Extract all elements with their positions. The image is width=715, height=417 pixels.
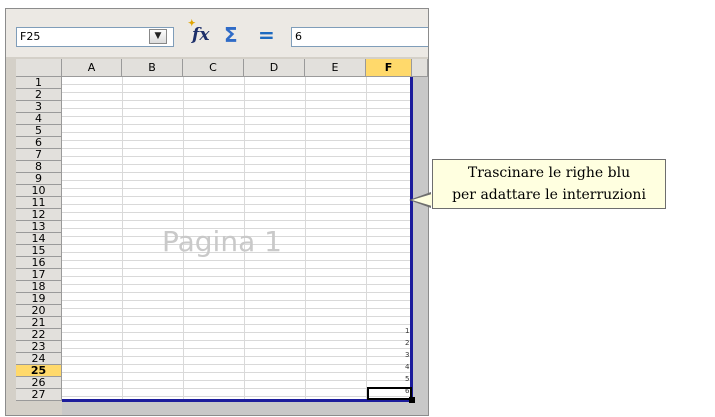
- column-header-filler: [412, 59, 428, 77]
- fill-handle[interactable]: [409, 397, 415, 403]
- clipped-cell-value: 1: [405, 327, 410, 335]
- row-headers: 1 2 3 4 5 6 7 8 9 10 11 12 13 14 15 16 17 18 19 20 21 22 23 24 2…: [16, 77, 62, 415]
- page-label: Pagina 1: [162, 225, 282, 258]
- column-header-b[interactable]: B: [122, 59, 183, 77]
- clipped-cell-value: 5: [405, 375, 410, 383]
- row-header-27[interactable]: 27: [16, 389, 62, 401]
- clipped-cell-value: 4: [405, 363, 410, 371]
- column-header-c[interactable]: C: [183, 59, 244, 77]
- formula-input[interactable]: 6: [291, 27, 428, 47]
- tooltip-callout: Trascinare le righe blu per adattare le …: [432, 159, 666, 209]
- vertical-page-break-line[interactable]: [410, 77, 413, 401]
- column-header-f[interactable]: F: [366, 59, 412, 77]
- select-all-corner[interactable]: [16, 59, 62, 77]
- function-wizard-icon[interactable]: ✦ fx: [188, 19, 209, 45]
- callout-line-1: Trascinare le righe blu: [467, 165, 631, 181]
- callout-line-2: per adattare le interruzioni: [452, 187, 646, 203]
- formula-toolbar: F25 ▼ ✦ fx Σ = 6: [6, 9, 428, 57]
- sum-icon[interactable]: Σ: [224, 23, 238, 47]
- clipped-cell-value: 3: [405, 351, 410, 359]
- chevron-down-icon[interactable]: ▼: [149, 29, 167, 44]
- column-header-d[interactable]: D: [244, 59, 305, 77]
- equals-icon[interactable]: =: [258, 23, 275, 47]
- clipped-cell-value: 2: [405, 339, 410, 347]
- callout-tail-inner: [412, 194, 432, 206]
- sheet-grid[interactable]: Pagina 1 123456: [62, 77, 428, 415]
- calc-window: F25 ▼ ✦ fx Σ = 6 ABCDEF 1 2 3 4 5 6 7 8 9 10 11 12 13…: [5, 8, 429, 416]
- column-header-e[interactable]: E: [305, 59, 366, 77]
- active-cell-cursor[interactable]: [367, 387, 412, 400]
- print-page: Pagina 1: [62, 77, 412, 400]
- horizontal-page-break-line[interactable]: [62, 399, 413, 402]
- column-header-a[interactable]: A: [62, 59, 122, 77]
